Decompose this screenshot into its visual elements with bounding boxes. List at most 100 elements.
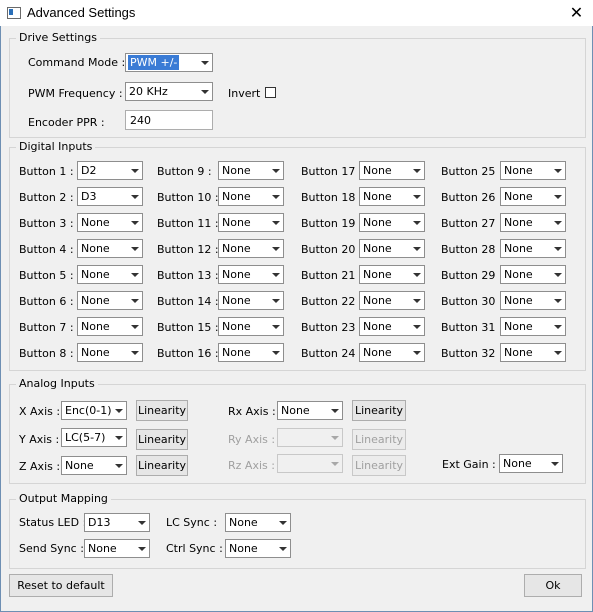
- ext-gain-select[interactable]: None: [499, 454, 563, 473]
- chevron-down-icon[interactable]: [550, 162, 565, 179]
- button-27-select[interactable]: None: [500, 213, 566, 232]
- button-23-select[interactable]: None: [359, 317, 425, 336]
- button-11-select[interactable]: None: [218, 213, 284, 232]
- reset-to-default-button[interactable]: Reset to default: [9, 574, 113, 597]
- close-icon[interactable]: ✕: [560, 0, 593, 26]
- chevron-down-icon[interactable]: [268, 292, 283, 309]
- ok-button[interactable]: Ok: [524, 574, 582, 597]
- chevron-down-icon[interactable]: [409, 162, 424, 179]
- ry-axis-select[interactable]: [277, 428, 343, 447]
- button-13-select[interactable]: None: [218, 265, 284, 284]
- chevron-down-icon[interactable]: [127, 240, 142, 257]
- y-linearity-button[interactable]: Linearity: [136, 429, 188, 450]
- invert-checkbox[interactable]: [265, 87, 276, 98]
- button-1-select[interactable]: D2: [77, 161, 143, 180]
- send-sync-select[interactable]: None: [84, 539, 150, 558]
- chevron-down-icon[interactable]: [409, 214, 424, 231]
- chevron-down-icon[interactable]: [134, 540, 149, 557]
- chevron-down-icon[interactable]: [550, 214, 565, 231]
- button-21-select[interactable]: None: [359, 265, 425, 284]
- button-25-select[interactable]: None: [500, 161, 566, 180]
- x-axis-select[interactable]: Enc(0-1): [61, 401, 127, 420]
- button-22-select[interactable]: None: [359, 291, 425, 310]
- button-15-select[interactable]: None: [218, 317, 284, 336]
- ctrl-sync-select[interactable]: None: [225, 539, 291, 558]
- button-6-select[interactable]: None: [77, 291, 143, 310]
- chevron-down-icon[interactable]: [268, 162, 283, 179]
- z-linearity-button[interactable]: Linearity: [136, 455, 188, 476]
- chevron-down-icon[interactable]: [268, 214, 283, 231]
- chevron-down-icon[interactable]: [127, 188, 142, 205]
- chevron-down-icon[interactable]: [409, 240, 424, 257]
- button-10-select[interactable]: None: [218, 187, 284, 206]
- button-7-select[interactable]: None: [77, 317, 143, 336]
- chevron-down-icon[interactable]: [268, 318, 283, 335]
- encoder-ppr-field[interactable]: 240: [125, 110, 213, 130]
- chevron-down-icon[interactable]: [550, 292, 565, 309]
- z-axis-select[interactable]: None: [61, 456, 127, 475]
- chevron-down-icon[interactable]: [127, 214, 142, 231]
- chevron-down-icon[interactable]: [197, 83, 212, 100]
- chevron-down-icon[interactable]: [409, 188, 424, 205]
- chevron-down-icon[interactable]: [268, 344, 283, 361]
- ry-linearity-button[interactable]: Linearity: [352, 429, 406, 450]
- chevron-down-icon[interactable]: [275, 540, 290, 557]
- button-29-select[interactable]: None: [500, 265, 566, 284]
- button-32-select[interactable]: None: [500, 343, 566, 362]
- chevron-down-icon[interactable]: [550, 266, 565, 283]
- button-20-select[interactable]: None: [359, 239, 425, 258]
- button-18-select[interactable]: None: [359, 187, 425, 206]
- button-17-select[interactable]: None: [359, 161, 425, 180]
- pwm-frequency-select[interactable]: 20 KHz: [125, 82, 213, 101]
- chevron-down-icon[interactable]: [127, 292, 142, 309]
- rz-linearity-button[interactable]: Linearity: [352, 455, 406, 476]
- chevron-down-icon[interactable]: [275, 514, 290, 531]
- status-led-select[interactable]: D13: [84, 513, 150, 532]
- button-4-select[interactable]: None: [77, 239, 143, 258]
- rx-linearity-button[interactable]: Linearity: [352, 400, 406, 421]
- chevron-down-icon[interactable]: [127, 344, 142, 361]
- chevron-down-icon[interactable]: [550, 240, 565, 257]
- chevron-down-icon[interactable]: [327, 429, 342, 446]
- chevron-down-icon[interactable]: [409, 318, 424, 335]
- chevron-down-icon[interactable]: [409, 292, 424, 309]
- lc-sync-select[interactable]: None: [225, 513, 291, 532]
- chevron-down-icon[interactable]: [547, 455, 562, 472]
- chevron-down-icon[interactable]: [550, 318, 565, 335]
- chevron-down-icon[interactable]: [111, 429, 126, 446]
- button-31-select[interactable]: None: [500, 317, 566, 336]
- button-3-select[interactable]: None: [77, 213, 143, 232]
- button-28-select[interactable]: None: [500, 239, 566, 258]
- chevron-down-icon[interactable]: [134, 514, 149, 531]
- button-2-select[interactable]: D3: [77, 187, 143, 206]
- command-mode-select[interactable]: PWM +/-: [125, 53, 213, 72]
- chevron-down-icon[interactable]: [111, 402, 126, 419]
- x-linearity-button[interactable]: Linearity: [136, 400, 188, 421]
- chevron-down-icon[interactable]: [197, 54, 212, 71]
- rz-axis-select[interactable]: [277, 454, 343, 473]
- button-9-select[interactable]: None: [218, 161, 284, 180]
- button-5-select[interactable]: None: [77, 265, 143, 284]
- button-14-select[interactable]: None: [218, 291, 284, 310]
- chevron-down-icon[interactable]: [268, 266, 283, 283]
- chevron-down-icon[interactable]: [127, 266, 142, 283]
- button-26-select[interactable]: None: [500, 187, 566, 206]
- button-19-select[interactable]: None: [359, 213, 425, 232]
- chevron-down-icon[interactable]: [327, 402, 342, 419]
- chevron-down-icon[interactable]: [127, 318, 142, 335]
- button-12-select[interactable]: None: [218, 239, 284, 258]
- chevron-down-icon[interactable]: [111, 457, 126, 474]
- chevron-down-icon[interactable]: [550, 188, 565, 205]
- rx-axis-select[interactable]: None: [277, 401, 343, 420]
- y-axis-select[interactable]: LC(5-7): [61, 428, 127, 447]
- button-24-select[interactable]: None: [359, 343, 425, 362]
- button-16-select[interactable]: None: [218, 343, 284, 362]
- chevron-down-icon[interactable]: [268, 240, 283, 257]
- chevron-down-icon[interactable]: [327, 455, 342, 472]
- chevron-down-icon[interactable]: [409, 344, 424, 361]
- chevron-down-icon[interactable]: [268, 188, 283, 205]
- button-30-select[interactable]: None: [500, 291, 566, 310]
- chevron-down-icon[interactable]: [409, 266, 424, 283]
- chevron-down-icon[interactable]: [127, 162, 142, 179]
- button-8-select[interactable]: None: [77, 343, 143, 362]
